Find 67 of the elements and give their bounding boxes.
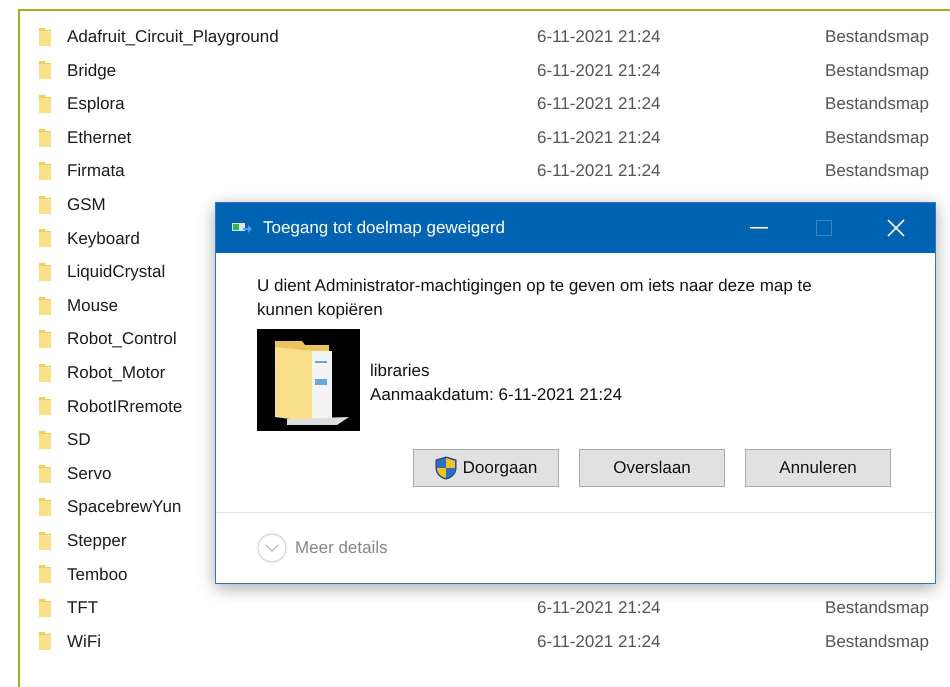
folder-icon	[38, 598, 52, 618]
date-modified: 6-11-2021 21:24	[537, 632, 661, 651]
folder-icon	[38, 464, 52, 484]
minimize-icon[interactable]	[750, 227, 768, 229]
folder-icon	[38, 262, 52, 282]
date-modified: 6-11-2021 21:24	[537, 94, 661, 114]
folder-name[interactable]: Stepper	[67, 530, 127, 550]
folder-name[interactable]: Bridge	[67, 60, 116, 80]
folder-icon	[38, 194, 52, 215]
folder-name[interactable]: Esplora	[67, 94, 125, 114]
folder-name[interactable]: TFT	[67, 598, 98, 618]
file-type: Bestandsmap	[825, 93, 929, 116]
folder-name[interactable]: LiquidCrystal	[67, 262, 166, 282]
folder-name[interactable]: Adafruit_Circuit_Playground	[67, 27, 279, 46]
file-type: Bestandsmap	[825, 60, 929, 82]
folder-name[interactable]: Servo	[67, 464, 112, 483]
folder-icon	[38, 94, 52, 114]
folder-name[interactable]: SpacebrewYun	[67, 497, 182, 516]
folder-icon	[38, 497, 52, 518]
file-type: Bestandsmap	[825, 126, 929, 149]
folder-name[interactable]: Keyboard	[67, 228, 140, 248]
folder-name[interactable]: RobotIRremote	[67, 396, 182, 416]
folder-icon	[38, 329, 52, 350]
dialog-button[interactable]: Overslaan	[579, 449, 725, 487]
maximize-icon	[816, 220, 832, 236]
message-text: U dient Administrator-machtigingen op te geven om iets naar deze map te kunnen kopiëren	[257, 275, 813, 321]
folder-name[interactable]: SD	[67, 430, 91, 450]
folder-name[interactable]: GSM	[67, 195, 106, 214]
date-modified: 6-11-2021 21:24	[537, 128, 661, 147]
folder-name[interactable]: WiFi	[67, 632, 101, 651]
dialog-button[interactable]: Annuleren	[745, 449, 891, 487]
folder-icon	[38, 228, 52, 248]
folder-icon	[38, 631, 52, 652]
date-modified: 6-11-2021 21:24	[537, 60, 661, 80]
item-name: libraries	[370, 360, 431, 382]
folder-icon	[38, 362, 52, 383]
folder-icon	[38, 128, 52, 148]
chevron-down-icon	[257, 532, 287, 562]
folder-icon	[38, 530, 52, 551]
folder-icon	[38, 430, 52, 450]
folder-name[interactable]: Robot_Control	[67, 329, 177, 348]
folder-icon	[38, 564, 52, 584]
file-type: Bestandsmap	[825, 160, 929, 182]
folder-icon	[38, 60, 52, 80]
folder-name[interactable]: Temboo	[67, 564, 128, 584]
more-details-button[interactable]: Meer details	[257, 532, 388, 562]
folder-icon	[38, 161, 52, 182]
file-type: Bestandsmap	[825, 26, 929, 48]
date-modified: 6-11-2021 21:24	[537, 598, 661, 618]
window-title: Toegang tot doelmap geweigerd	[263, 217, 505, 240]
folder-thumbnail-icon	[257, 329, 360, 431]
folder-name[interactable]: Ethernet	[67, 128, 132, 147]
folder-icon	[38, 396, 52, 416]
item-date: Aanmaakdatum: 6-11-2021 21:24	[370, 384, 622, 406]
file-type: Bestandsmap	[825, 597, 929, 620]
file-type: Bestandsmap	[825, 630, 929, 653]
close-icon[interactable]	[887, 219, 905, 237]
date-modified: 6-11-2021 21:24	[537, 27, 661, 46]
date-modified: 6-11-2021 21:24	[537, 161, 661, 180]
transfer-icon	[232, 222, 252, 234]
folder-icon	[38, 296, 52, 316]
folder-name[interactable]: Firmata	[67, 161, 125, 180]
continue-button[interactable]: Doorgaan	[413, 449, 559, 487]
folder-name[interactable]: Mouse	[67, 296, 118, 315]
shield-icon	[434, 456, 457, 480]
folder-name[interactable]: Robot_Motor	[67, 362, 166, 382]
folder-icon	[38, 26, 52, 47]
